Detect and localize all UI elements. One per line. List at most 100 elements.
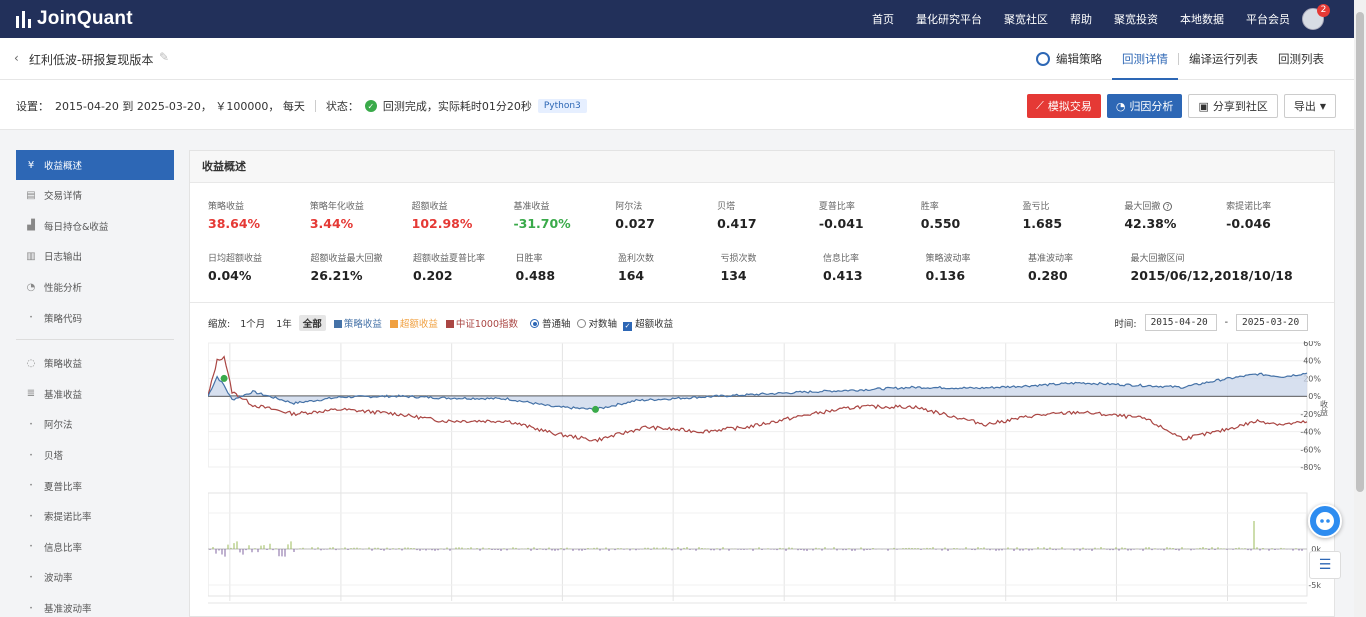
main-plot-area — [208, 342, 1308, 468]
tab-3[interactable]: 回测列表 — [1268, 38, 1334, 80]
dot-icon: • — [29, 420, 33, 428]
time-label: 时间: — [1114, 318, 1137, 330]
date-to-input[interactable]: 2025-03-20 — [1236, 314, 1308, 331]
page-scrollbar[interactable] — [1354, 0, 1366, 617]
sidebar-item[interactable]: • 贝塔 — [16, 440, 174, 471]
dot-icon: • — [29, 604, 33, 612]
sidebar-item-label: 交易详情 — [44, 191, 83, 203]
radio-icon — [530, 319, 540, 328]
metric-label-text: 信息比率 — [823, 254, 860, 264]
status-label: 状态： — [325, 100, 359, 113]
metric-value: -0.041 — [818, 216, 864, 231]
trend-icon: ⟋ — [1036, 99, 1044, 112]
nav-item[interactable]: 首页 — [872, 11, 894, 27]
sidebar-item[interactable]: ▟ 每日持仓&收益 — [16, 211, 174, 242]
nav-item[interactable]: 聚宽投资 — [1114, 11, 1158, 27]
drawdown-marker[interactable] — [591, 405, 599, 413]
tab-label: 回测列表 — [1278, 52, 1324, 66]
metrics-grid: 策略收益 38.64% 策略年化收益 3.44% 超额收益 102.98% 基准收益 -31.… — [208, 199, 1328, 303]
top-navbar: JoinQuant 首页 量化研究平台 聚宽社区 帮助 聚宽投资 本地数据 平台会员 2 — [0, 0, 1354, 38]
sidebar-item[interactable]: ▤ 交易详情 — [16, 180, 174, 211]
sidebar-item-label: 策略代码 — [44, 313, 83, 325]
returns-chart[interactable]: 60%40%20%0%-20%-40%-60%-80%收益5k0k-5k — [208, 341, 1328, 616]
nav-item[interactable]: 聚宽社区 — [1004, 11, 1048, 27]
tab-2[interactable]: 编译运行列表 — [1179, 38, 1268, 80]
sidebar-item[interactable]: • 基准波动率 — [16, 593, 174, 617]
log-icon: ▥ — [26, 250, 36, 262]
sidebar-item-label: 索提诺比率 — [44, 512, 92, 524]
nav-item[interactable]: 帮助 — [1070, 11, 1092, 27]
axis-option[interactable]: 对数轴 — [576, 316, 618, 330]
zoom-option[interactable]: 1年 — [272, 315, 296, 331]
zoom-option[interactable]: 1个月 — [236, 315, 269, 331]
metric-label-text: 策略年化收益 — [309, 202, 364, 212]
sidebar-item-label: 贝塔 — [44, 451, 64, 463]
status-text: 回测完成，实际耗时01分20秒 — [382, 100, 532, 113]
help-icon[interactable]: ? — [1163, 202, 1173, 211]
excess-checkbox-label: 超额收益 — [635, 318, 674, 330]
metrics-row: 日均超额收益 0.04% 超额收益最大回撤 26.21% 超额收益夏普比率 0.202 日胜… — [208, 251, 1328, 303]
metric: 最大回撤 ? 42.38% — [1124, 199, 1226, 251]
sidebar-item[interactable]: ◌ 策略收益 — [16, 348, 174, 379]
legend-swatch — [389, 320, 398, 328]
divider — [16, 338, 174, 340]
metric-label-text: 胜率 — [920, 202, 939, 212]
nav-item[interactable]: 本地数据 — [1180, 11, 1224, 27]
sidebar-item[interactable]: • 阿尔法 — [16, 409, 174, 440]
sidebar-item[interactable]: ¥ 收益概述 — [16, 150, 174, 180]
edit-pencil-icon[interactable]: ✎ — [159, 50, 169, 64]
metric-label-text: 阿尔法 — [615, 202, 643, 212]
sim-trade-button[interactable]: ⟋ 模拟交易 — [1027, 94, 1101, 118]
metric-label-text: 最大回撤 — [1124, 202, 1161, 212]
tab-0[interactable]: 编辑策略 — [1026, 38, 1112, 80]
scroll-thumb[interactable] — [1356, 12, 1364, 492]
legend-item[interactable]: 中证1000指数 — [445, 316, 518, 330]
drawdown-marker[interactable] — [220, 374, 228, 382]
attribution-button[interactable]: ◔ 归因分析 — [1106, 94, 1183, 118]
sidebar-item[interactable]: • 索提诺比率 — [16, 501, 174, 532]
metric-value: 1.685 — [1022, 216, 1063, 231]
legend-label: 策略收益 — [343, 319, 382, 330]
bar-chart-icon: ▟ — [27, 220, 35, 232]
list-menu-icon[interactable]: ☰ — [1309, 551, 1341, 579]
back-arrow-icon[interactable]: ‹ — [14, 51, 19, 65]
dot-icon: • — [29, 512, 33, 520]
axis-option[interactable]: 普通轴 — [530, 316, 571, 330]
tab-label: 编译运行列表 — [1189, 52, 1258, 66]
legend-label: 超额收益 — [399, 319, 438, 330]
sidebar-item[interactable]: • 夏普比率 — [16, 470, 174, 501]
export-dropdown[interactable]: 导出 ▼ — [1283, 94, 1336, 118]
metric-value: 0.488 — [515, 268, 556, 283]
sidebar-item-label: 信息比率 — [44, 542, 83, 554]
nav-item[interactable]: 平台会员 — [1246, 11, 1290, 27]
metric-label: 贝塔 — [717, 199, 819, 213]
metric-label: 索提诺比率 — [1226, 199, 1328, 213]
metric: 盈亏比 1.685 — [1023, 199, 1125, 251]
share-button[interactable]: ▣ 分享到社区 — [1188, 94, 1278, 118]
sidebar-item[interactable]: • 策略代码 — [16, 302, 174, 333]
metric-label-text: 超额收益最大回撤 — [310, 254, 383, 264]
metric-value: 0.413 — [823, 268, 863, 283]
main-nav: 首页 量化研究平台 聚宽社区 帮助 聚宽投资 本地数据 平台会员 — [872, 0, 1290, 38]
assistant-robot-icon[interactable] — [1308, 504, 1342, 538]
sidebar-item[interactable]: • 波动率 — [16, 562, 174, 593]
sidebar-item[interactable]: ≣ 基准收益 — [16, 379, 174, 410]
tab-1[interactable]: 回测详情 — [1112, 38, 1178, 80]
logo-text: JoinQuant — [37, 8, 133, 29]
sidebar-item[interactable]: ▥ 日志输出 — [16, 241, 174, 272]
axis-option-label: 对数轴 — [588, 319, 618, 330]
metric: 日均超额收益 0.04% — [208, 251, 311, 303]
sim-trade-label: 模拟交易 — [1047, 100, 1092, 113]
sidebar-item[interactable]: ◔ 性能分析 — [16, 272, 174, 303]
legend-item[interactable]: 超额收益 — [389, 316, 438, 330]
legend-item[interactable]: 策略收益 — [333, 316, 382, 330]
sidebar-item[interactable]: • 信息比率 — [16, 532, 174, 563]
zoom-option[interactable]: 全部 — [298, 315, 326, 331]
logo-icon — [16, 10, 31, 28]
date-from-input[interactable]: 2015-04-20 — [1144, 314, 1217, 331]
dot-icon: • — [29, 314, 33, 322]
nav-item[interactable]: 量化研究平台 — [916, 11, 982, 27]
metric-label-text: 日均超额收益 — [208, 254, 263, 264]
joinquant-logo[interactable]: JoinQuant — [16, 8, 133, 30]
excess-checkbox[interactable]: ✓ 超额收益 — [623, 316, 673, 331]
